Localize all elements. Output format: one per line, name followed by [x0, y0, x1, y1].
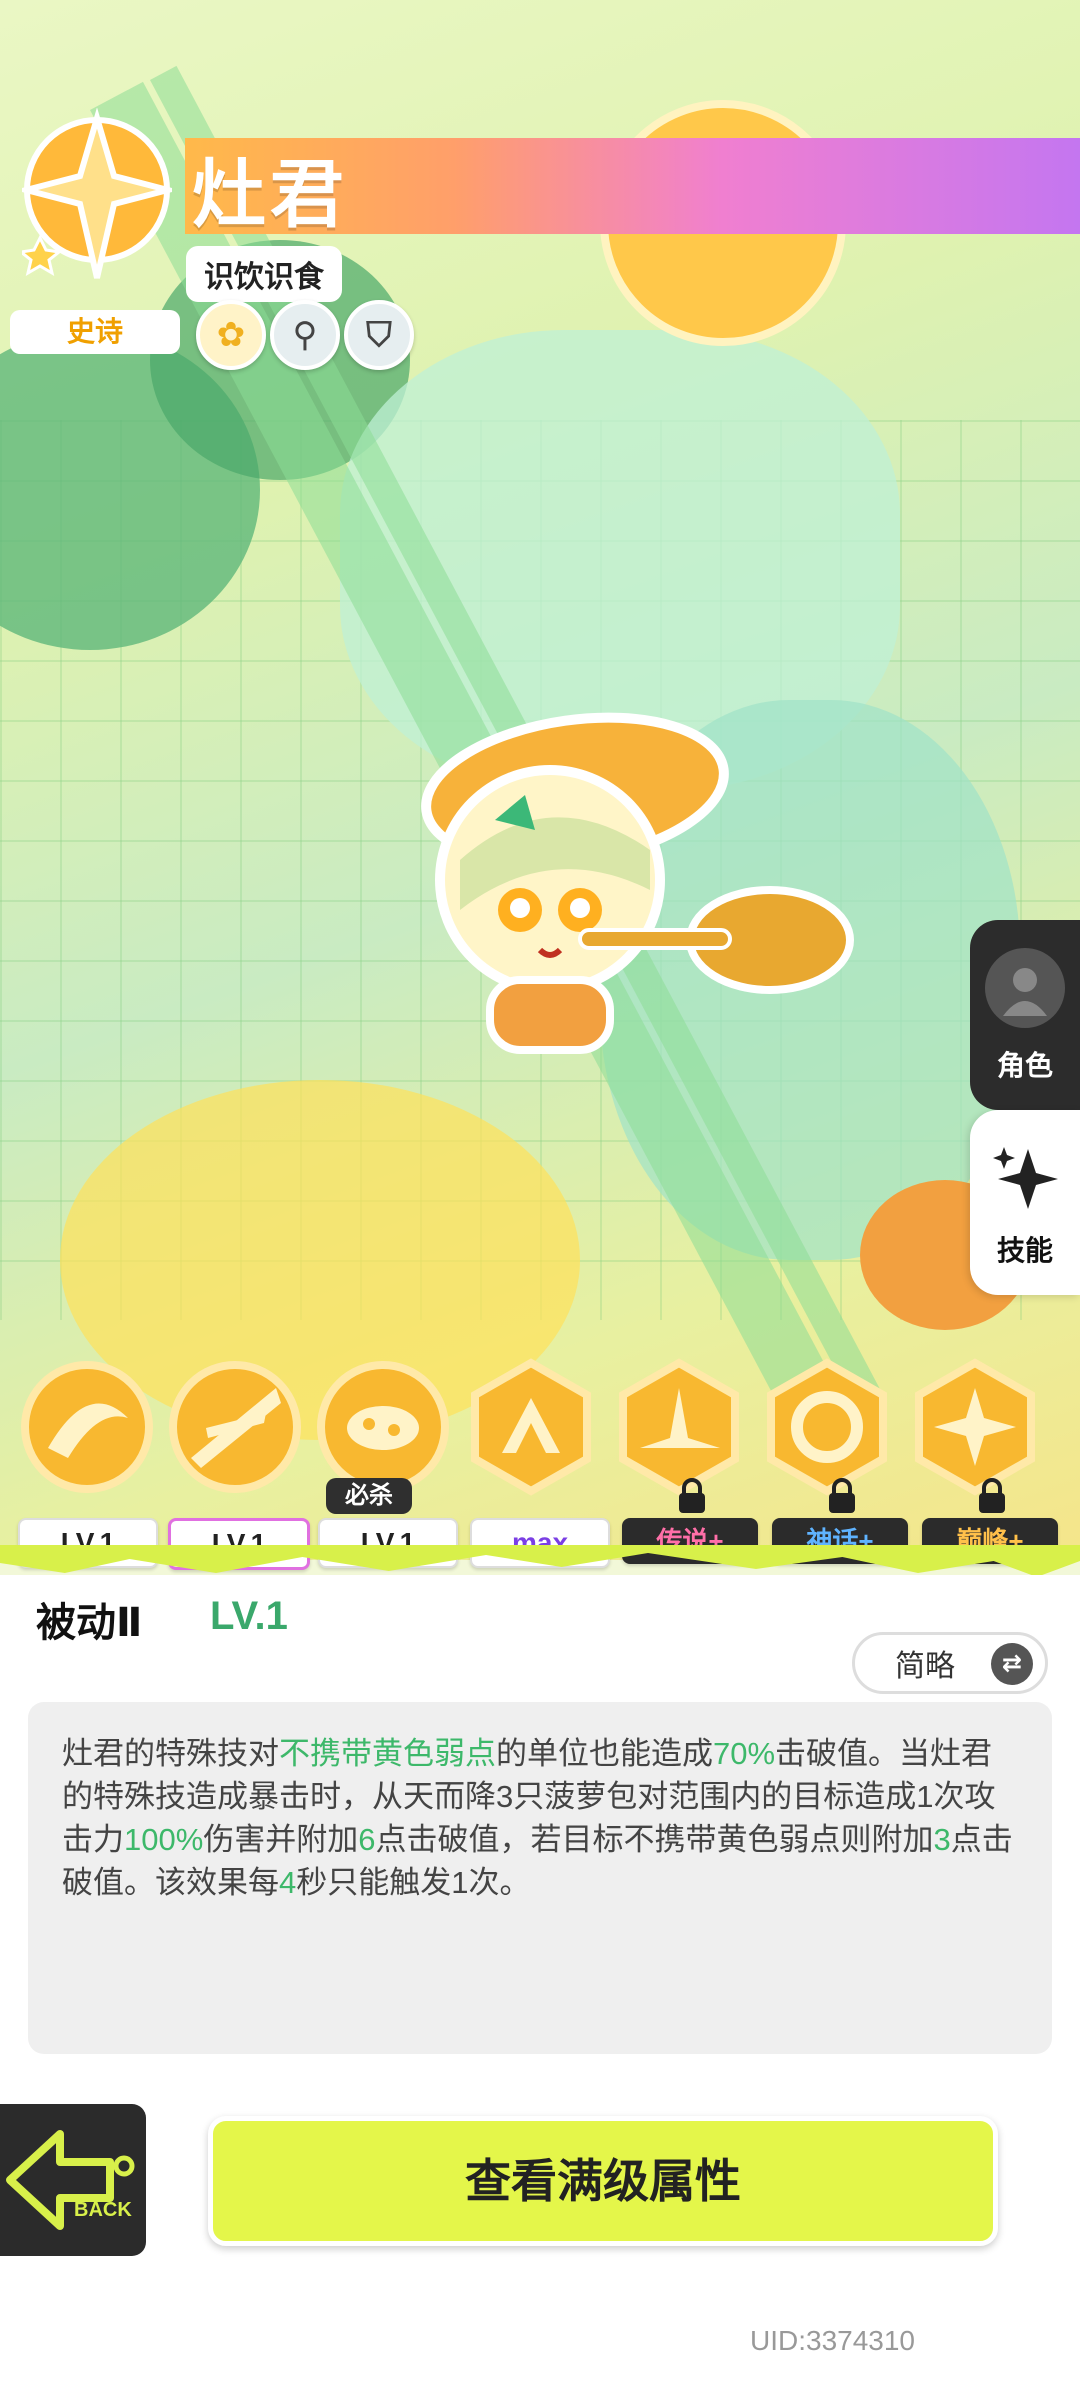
desc-highlight: 70% — [713, 1736, 776, 1771]
desc-text: 秒只能触发1次。 — [296, 1865, 531, 1900]
skill-bread-icon[interactable] — [314, 1358, 452, 1496]
user-id: UID:3374310 — [750, 2325, 916, 2356]
tab-role-label: 角色 — [996, 1050, 1053, 1081]
skill-arrows-icon[interactable] — [462, 1358, 600, 1496]
desc-highlight: 4 — [279, 1865, 297, 1900]
element-emblem-icon — [22, 108, 172, 279]
desc-text: 点击破值，若目标不携带黄色弱点则附加 — [375, 1822, 934, 1857]
desc-highlight: 100% — [124, 1822, 204, 1857]
skill-icon-row — [18, 1358, 1068, 1518]
tab-skill[interactable]: 技能 — [970, 1110, 1080, 1295]
character-subtitle: 识饮识食 — [186, 246, 342, 302]
person-icon — [1003, 968, 1047, 1016]
lock-icon — [679, 1478, 705, 1513]
skill-description: 灶君的特殊技对不携带黄色弱点的单位也能造成70%击破值。当灶君的特殊技造成暴击时… — [28, 1702, 1052, 2054]
lock-icon — [829, 1478, 855, 1513]
back-arrow-icon: BACK — [6, 2130, 135, 2230]
sparkle-icon — [993, 1147, 1058, 1209]
back-button[interactable]: BACK — [0, 2104, 146, 2256]
brief-toggle-button[interactable]: 简略 ⇄ — [852, 1632, 1048, 1694]
skill-burst-icon[interactable] — [610, 1358, 748, 1496]
desc-highlight: 3 — [933, 1822, 951, 1857]
ultimate-badge: 必杀 — [326, 1478, 412, 1514]
back-label: BACK — [74, 2199, 132, 2221]
desc-highlight: 6 — [358, 1822, 376, 1857]
tab-skill-label: 技能 — [996, 1235, 1053, 1266]
skill-slash-icon[interactable] — [166, 1358, 304, 1496]
brief-toggle-label: 简略 — [895, 1650, 955, 1683]
tab-role[interactable]: 角色 — [970, 920, 1080, 1110]
shield-claw-icon[interactable]: ⛉ — [344, 300, 414, 370]
rarity-badge: 史诗 — [10, 310, 180, 354]
skill-star-icon[interactable] — [906, 1358, 1044, 1496]
desc-highlight: 不携带黄色弱点 — [279, 1736, 496, 1771]
character-illustration — [421, 712, 854, 1054]
desc-text: 灶君的特殊技对 — [62, 1736, 279, 1771]
swap-icon: ⇄ — [991, 1643, 1033, 1685]
desc-text: 的单位也能造成 — [496, 1736, 713, 1771]
avatar — [985, 948, 1065, 1028]
key-icon[interactable]: ⚲ — [270, 300, 340, 370]
skill-swirl-icon[interactable] — [18, 1358, 156, 1496]
lock-icon — [979, 1478, 1005, 1513]
flower-icon[interactable]: ✿ — [196, 300, 266, 370]
skill-vortex-icon[interactable] — [758, 1358, 896, 1496]
skill-name: 被动Ⅱ — [36, 1601, 143, 1645]
view-max-stats-button[interactable]: 查看满级属性 — [208, 2116, 998, 2246]
desc-text: 伤害并附加 — [203, 1822, 359, 1857]
skill-level: LV.1 — [210, 1594, 288, 1638]
character-name: 灶君 — [192, 153, 348, 236]
